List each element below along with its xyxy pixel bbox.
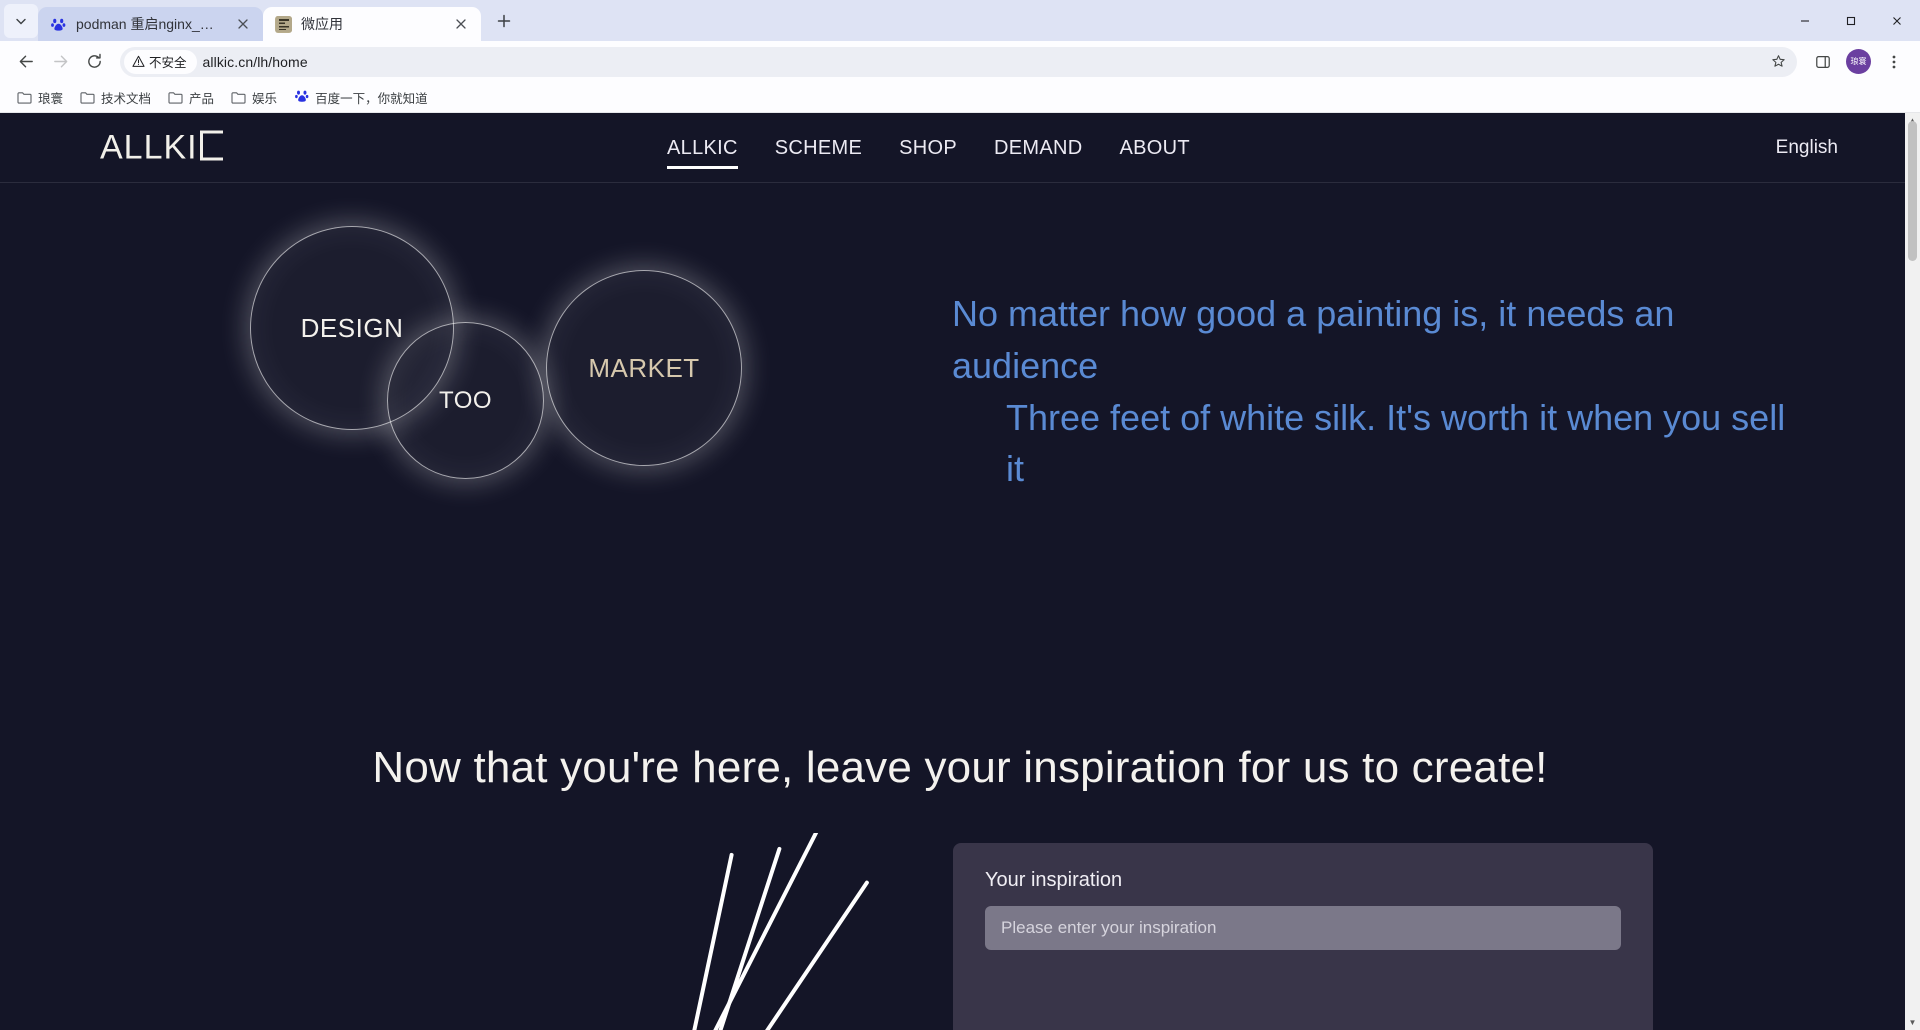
bookmark-label: 琅寰 xyxy=(38,91,64,106)
avatar[interactable]: 琅寰 xyxy=(1846,49,1871,74)
main-navigation: ALLKIC SCHEME SHOP DEMAND ABOUT xyxy=(667,113,1190,183)
bookmark-star-icon[interactable] xyxy=(1765,49,1791,75)
bookmark-item[interactable]: 百度一下，你就知道 xyxy=(287,85,435,110)
streak-line xyxy=(694,846,782,1030)
browser-tab-2[interactable]: 微应用 xyxy=(263,7,481,41)
hero-circle-graphic: DESIGN TOO MARKET xyxy=(250,216,770,556)
site-header: ALLKI ALLKIC SCHEME SHOP DEMAND ABOUT En… xyxy=(0,113,1920,183)
circle-label: DESIGN xyxy=(300,312,404,343)
inspiration-section: Now that you're here, leave your inspira… xyxy=(0,743,1920,1030)
nav-item-about[interactable]: ABOUT xyxy=(1119,113,1189,183)
url-text: allkic.cn/lh/home xyxy=(202,53,308,70)
tab-title: 微应用 xyxy=(301,16,343,32)
browser-toolbar: 不安全 allkic.cn/lh/home 琅寰 xyxy=(0,41,1920,82)
address-bar[interactable]: 不安全 allkic.cn/lh/home xyxy=(120,46,1797,77)
circle-too: TOO xyxy=(387,322,544,479)
hero-line-2: Three feet of white silk. It's worth it … xyxy=(1006,396,1786,490)
inspiration-input[interactable] xyxy=(985,906,1621,950)
browser-menu-icon[interactable] xyxy=(1878,46,1910,78)
scroll-down-arrow-icon[interactable]: ▼ xyxy=(1905,1015,1920,1030)
circle-label: MARKET xyxy=(588,352,700,383)
bookmark-label: 百度一下，你就知道 xyxy=(315,91,428,106)
nav-item-allkic[interactable]: ALLKIC xyxy=(667,113,738,183)
inspiration-card: Your inspiration xyxy=(953,843,1653,1030)
bookmark-label: 产品 xyxy=(189,91,215,106)
bookmark-item[interactable]: 琅寰 xyxy=(10,85,70,110)
close-window-button[interactable] xyxy=(1874,0,1920,41)
close-icon[interactable] xyxy=(451,14,471,34)
nav-item-demand[interactable]: DEMAND xyxy=(994,113,1082,183)
scrollbar-thumb[interactable] xyxy=(1908,121,1917,261)
tab-title: podman 重启nginx_百度搜索 xyxy=(76,16,224,32)
hero-tagline: No matter how good a painting is, it nee… xyxy=(952,288,1792,495)
allkic-website: ALLKI ALLKIC SCHEME SHOP DEMAND ABOUT En… xyxy=(0,113,1920,1030)
side-panel-icon[interactable] xyxy=(1807,46,1839,78)
close-icon[interactable] xyxy=(233,14,253,34)
nav-item-scheme[interactable]: SCHEME xyxy=(775,113,862,183)
streak-line xyxy=(690,833,822,1030)
reload-button[interactable] xyxy=(78,46,110,78)
hero-line-1: No matter how good a painting is, it nee… xyxy=(952,293,1675,386)
folder-icon xyxy=(80,91,95,104)
window-controls xyxy=(1782,0,1920,41)
browser-window: podman 重启nginx_百度搜索 微应用 xyxy=(0,0,1920,1030)
baidu-paw-icon xyxy=(294,89,309,106)
bookmark-item[interactable]: 产品 xyxy=(161,85,221,110)
nav-item-shop[interactable]: SHOP xyxy=(899,113,957,183)
folder-icon xyxy=(231,91,246,104)
language-switcher[interactable]: English xyxy=(1776,137,1838,159)
security-label: 不安全 xyxy=(149,56,187,70)
bookmark-label: 技术文档 xyxy=(101,91,152,106)
maximize-button[interactable] xyxy=(1828,0,1874,41)
page-scrollbar[interactable]: ▲ ▼ xyxy=(1905,113,1920,1030)
circle-label: TOO xyxy=(438,386,493,414)
site-logo[interactable]: ALLKI xyxy=(100,128,223,167)
toolbar-right-actions: 琅寰 xyxy=(1807,46,1910,78)
bookmarks-bar: 琅寰 技术文档 产品 娱乐 百度一下，你就知道 xyxy=(0,82,1920,113)
inspiration-form-area: Your inspiration xyxy=(0,833,1920,1030)
browser-tab-1[interactable]: podman 重启nginx_百度搜索 xyxy=(38,7,263,41)
security-status-badge[interactable]: 不安全 xyxy=(124,49,197,74)
avatar-initial: 琅寰 xyxy=(1850,56,1867,66)
bookmark-label: 娱乐 xyxy=(252,91,278,106)
streak-line xyxy=(726,879,870,1030)
folder-icon xyxy=(168,91,183,104)
new-tab-button[interactable] xyxy=(487,4,521,38)
page-title: Now that you're here, leave your inspira… xyxy=(372,743,1548,792)
inspiration-label: Your inspiration xyxy=(985,869,1123,891)
tab-search-chevron-icon[interactable] xyxy=(4,4,38,38)
bookmark-item[interactable]: 技术文档 xyxy=(73,85,158,110)
app-icon xyxy=(275,15,292,33)
baidu-paw-icon xyxy=(50,16,67,33)
tab-strip: podman 重启nginx_百度搜索 微应用 xyxy=(0,0,1920,41)
page-viewport: ALLKI ALLKIC SCHEME SHOP DEMAND ABOUT En… xyxy=(0,113,1920,1030)
minimize-button[interactable] xyxy=(1782,0,1828,41)
back-button[interactable] xyxy=(10,46,42,78)
circle-market: MARKET xyxy=(546,270,742,466)
logo-bracket-glyph xyxy=(199,130,223,160)
logo-text: ALLKI xyxy=(100,128,198,166)
folder-icon xyxy=(17,91,32,104)
hero-section: DESIGN TOO MARKET No matter how good a p… xyxy=(0,183,1920,743)
warning-triangle-icon xyxy=(132,55,145,67)
forward-button[interactable] xyxy=(44,46,76,78)
bookmark-item[interactable]: 娱乐 xyxy=(224,85,284,110)
decorative-streaks xyxy=(690,833,970,1030)
